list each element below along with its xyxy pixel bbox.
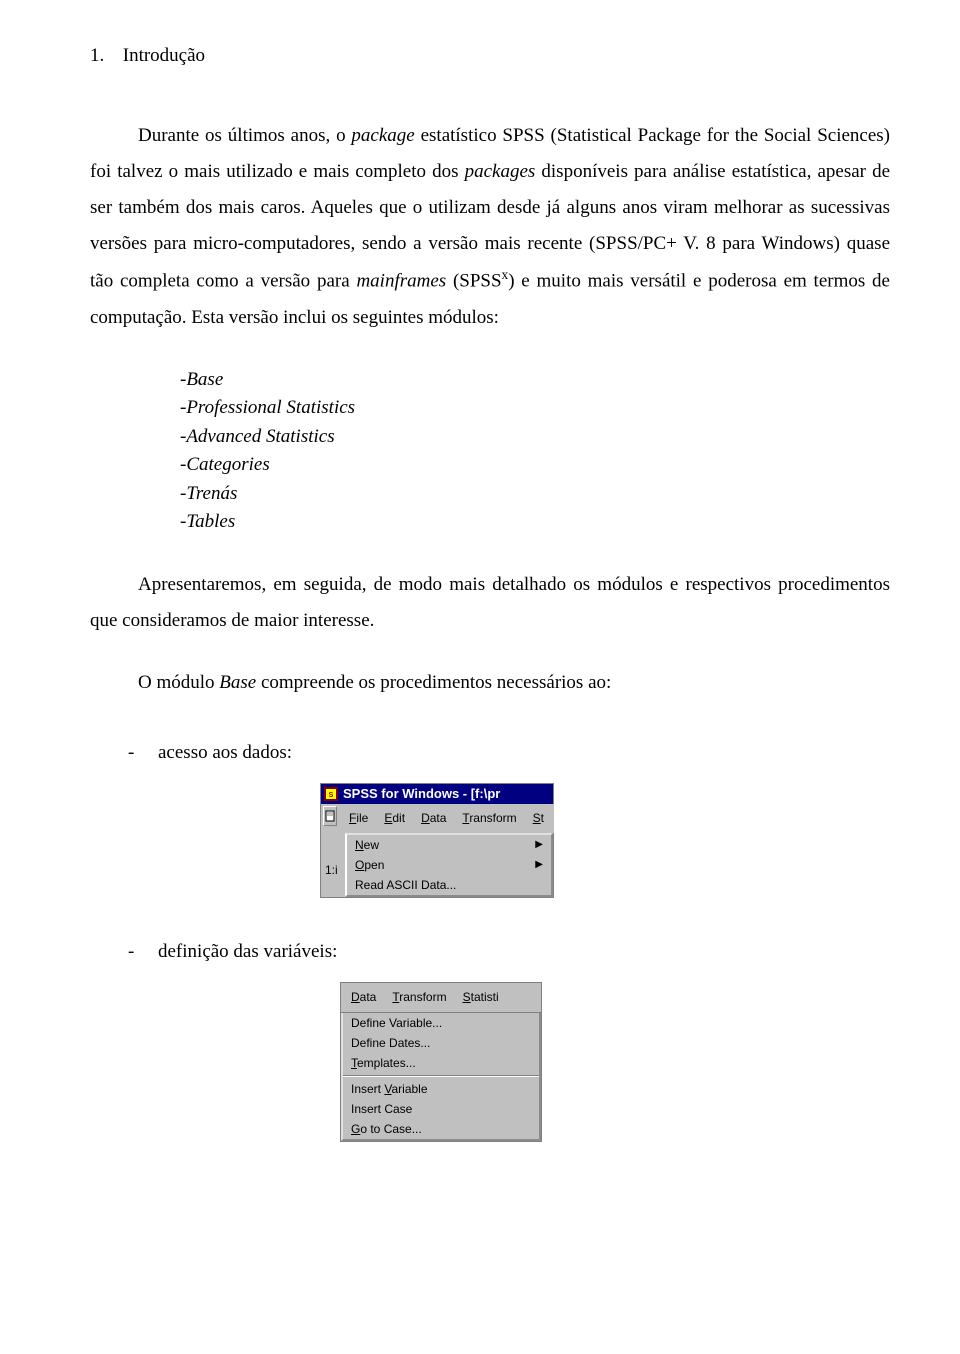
- item-text: acesso aos dados:: [158, 742, 292, 763]
- window-left: S SPSS for Windows - [f:\pr File Edit Da…: [320, 783, 554, 898]
- modules-list: -Base -Professional Statistics -Advanced…: [180, 366, 890, 537]
- menu-item-define-dates[interactable]: Define Dates...: [343, 1033, 539, 1053]
- screenshot-spss-data-menu: Data Transform Statisti Define Variable.…: [340, 982, 890, 1146]
- menu-data[interactable]: Data: [413, 806, 454, 831]
- text-italic: package: [351, 125, 414, 146]
- spss-logo-icon: S: [323, 786, 339, 802]
- menu-item-label: Define Dates...: [351, 1034, 430, 1052]
- menu-item-goto-case[interactable]: Go to Case...: [343, 1119, 539, 1139]
- svg-text:S: S: [329, 792, 334, 799]
- text: Durante os últimos anos, o: [138, 125, 351, 146]
- dropdown-menu: Define Variable... Define Dates... Templ…: [341, 1013, 541, 1141]
- paragraph-intro: Durante os últimos anos, o package estat…: [90, 118, 890, 336]
- heading-number: 1.: [90, 38, 118, 74]
- menu-data[interactable]: Data: [343, 985, 384, 1010]
- menu-item-label: Define Variable...: [351, 1014, 442, 1032]
- screenshot-spss-file-menu: S SPSS for Windows - [f:\pr File Edit Da…: [320, 783, 890, 898]
- menu-file[interactable]: File: [341, 806, 376, 831]
- dash: -: [128, 934, 158, 970]
- menu-edit[interactable]: Edit: [376, 806, 413, 831]
- module-item: -Professional Statistics: [180, 394, 890, 423]
- heading-title: Introdução: [123, 45, 205, 66]
- menu-item-insert-variable[interactable]: Insert Variable: [343, 1079, 539, 1099]
- menu-item-open[interactable]: Open ▶: [347, 855, 551, 875]
- row-indicator: 1:i: [323, 859, 343, 882]
- menu-row: 1:i New ▶ Open ▶ Re: [321, 833, 553, 897]
- paragraph-present: Apresentaremos, em seguida, de modo mais…: [90, 567, 890, 639]
- titlebar: S SPSS for Windows - [f:\pr: [321, 784, 553, 804]
- window-title: SPSS for Windows - [f:\pr: [343, 782, 500, 807]
- menu-transform[interactable]: Transform: [384, 985, 454, 1010]
- menubar: Data Transform Statisti: [341, 983, 541, 1013]
- paragraph-base-module: O módulo Base compreende os procedimento…: [90, 665, 890, 701]
- menu-transform[interactable]: Transform: [454, 806, 524, 831]
- module-item: -Base: [180, 366, 890, 395]
- module-item: -Trenás: [180, 480, 890, 509]
- menu-statistics[interactable]: Statisti: [455, 985, 507, 1010]
- text: compreende os procedimentos necessários …: [256, 672, 611, 693]
- window: S SPSS for Windows - [f:\pr File Edit Da…: [320, 783, 554, 898]
- dropdown-menu: New ▶ Open ▶ Read ASCII Data...: [345, 833, 553, 897]
- menubar: File Edit Data Transform St: [339, 804, 554, 833]
- submenu-arrow-icon: ▶: [535, 856, 543, 874]
- item-text: definição das variáveis:: [158, 941, 337, 962]
- list-item-access: -acesso aos dados:: [128, 735, 890, 771]
- module-item: -Categories: [180, 451, 890, 480]
- text-italic: Base: [219, 672, 256, 693]
- menu-item-templates[interactable]: Templates...: [343, 1053, 539, 1073]
- document-page: 1. Introdução Durante os últimos anos, o…: [0, 0, 960, 1354]
- section-heading: 1. Introdução: [90, 38, 890, 74]
- menu-statistics[interactable]: St: [525, 806, 552, 831]
- module-item: -Tables: [180, 508, 890, 537]
- menu-item-label: Read ASCII Data...: [355, 876, 456, 894]
- window: Data Transform Statisti Define Variable.…: [340, 982, 542, 1142]
- document-icon[interactable]: [323, 806, 337, 826]
- menu-item-define-variable[interactable]: Define Variable...: [343, 1013, 539, 1033]
- module-item: -Advanced Statistics: [180, 423, 890, 452]
- toolbar-row: File Edit Data Transform St: [321, 804, 553, 833]
- submenu-arrow-icon: ▶: [535, 836, 543, 854]
- menu-item-read-ascii[interactable]: Read ASCII Data...: [347, 875, 551, 895]
- text-italic: mainframes: [356, 271, 446, 292]
- menu-separator: [343, 1075, 539, 1077]
- left-gutter: 1:i: [321, 833, 345, 897]
- list-item-definition: -definição das variáveis:: [128, 934, 890, 970]
- menu-item-label: Insert Case: [351, 1100, 412, 1118]
- menu-item-insert-case[interactable]: Insert Case: [343, 1099, 539, 1119]
- menu-item-new[interactable]: New ▶: [347, 835, 551, 855]
- text: O módulo: [138, 672, 219, 693]
- text-italic: packages: [465, 161, 536, 182]
- dash: -: [128, 735, 158, 771]
- text: (SPSS: [446, 271, 501, 292]
- window-wrap: S SPSS for Windows - [f:\pr File Edit Da…: [320, 783, 890, 898]
